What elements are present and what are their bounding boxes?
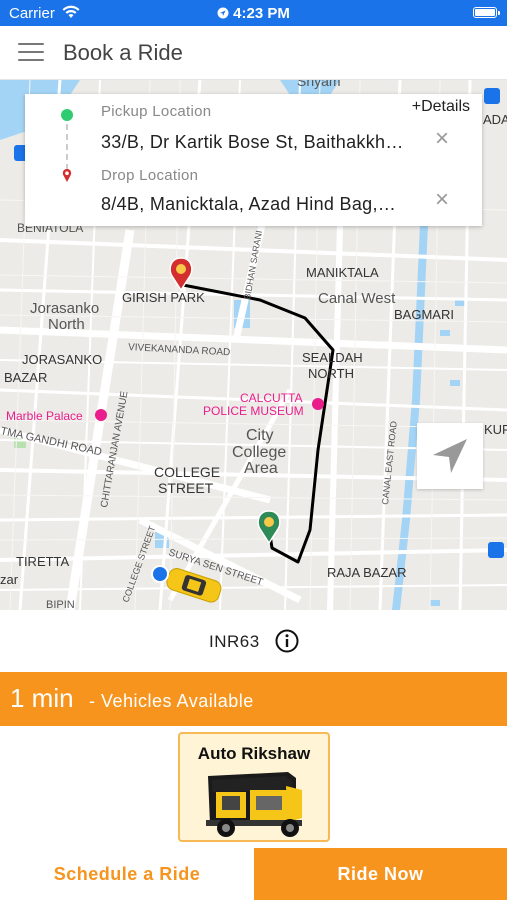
map-label: JORASANKO [22, 352, 102, 367]
map-label: Jorasanko [30, 300, 99, 317]
map-label: BIPIN [46, 599, 75, 610]
drop-label: Drop Location [101, 167, 199, 184]
eta-availability: - Vehicles Available [89, 691, 254, 711]
map-label: COLLEGE [154, 464, 220, 480]
pickup-clear-icon[interactable]: × [431, 127, 453, 151]
status-bar: Carrier 4:23 PM [0, 0, 507, 26]
status-time: 4:23 PM [233, 5, 290, 22]
info-icon[interactable] [275, 629, 299, 653]
map-label: ADAB [483, 112, 507, 127]
map-label: BIDHAN SARANI [242, 230, 264, 301]
map-label: North [48, 316, 85, 333]
pickup-location-field[interactable]: 33/B, Dr Kartik Bose St, Baithakkh… [101, 132, 431, 153]
schedule-ride-button[interactable]: Schedule a Ride [0, 848, 254, 900]
museum-poi-icon [312, 398, 324, 410]
map-label: POLICE MUSEUM [203, 404, 304, 418]
map-label: MANIKTALA [306, 265, 379, 280]
map-label: STREET [158, 480, 214, 496]
ride-now-button[interactable]: Ride Now [254, 848, 507, 900]
route-connector [66, 124, 68, 170]
map-label: GIRISH PARK [122, 290, 205, 305]
bus-stop-icon [484, 88, 500, 104]
eta-banner: 1 min - Vehicles Available [0, 672, 507, 726]
map-label: College [232, 444, 286, 461]
vehicle-selector: Auto Rikshaw [0, 726, 507, 848]
map-label: Marble Palace [6, 409, 83, 423]
map-label: Area [244, 460, 278, 477]
vehicle-name: Auto Rikshaw [197, 744, 311, 763]
map-label: SEALDAH [302, 350, 363, 365]
navigation-arrow-icon [433, 439, 467, 473]
hamburger-menu-icon[interactable] [18, 43, 44, 63]
battery-icon [473, 7, 500, 18]
bus-stop-icon [488, 542, 504, 558]
palace-poi-icon [95, 409, 107, 421]
map-label: CALCUTTA [240, 391, 302, 405]
location-arrow-icon [217, 7, 229, 19]
map-label: zar [0, 572, 19, 587]
fare-row: INR63 [0, 610, 507, 672]
map-label: City [246, 427, 274, 444]
details-link[interactable]: +Details [412, 98, 470, 116]
map-label: BAGMARI [394, 307, 454, 322]
nav-bar: Book a Ride [0, 26, 507, 80]
locate-me-button[interactable] [417, 423, 483, 489]
map-label: KUR [484, 422, 507, 437]
drop-clear-icon[interactable]: × [431, 188, 453, 212]
map-label: TIRETTA [16, 554, 70, 569]
map-label: NORTH [308, 366, 354, 381]
map-label: COLLEGE STREET [120, 524, 157, 604]
eta-time: 1 min [10, 683, 74, 713]
status-time-group: 4:23 PM [0, 5, 507, 22]
map-label: Canal West [318, 290, 396, 307]
pickup-dot-icon [61, 109, 73, 121]
auto-rikshaw-icon [206, 772, 302, 837]
pickup-label: Pickup Location [101, 103, 212, 120]
location-card: +Details Pickup Location 33/B, Dr Kartik… [25, 94, 482, 226]
map-label: CANAL EAST ROAD [380, 420, 399, 505]
pickup-pin-icon [257, 510, 281, 545]
page-title: Book a Ride [63, 40, 183, 65]
map-label: Shyam [297, 80, 341, 89]
drop-location-field[interactable]: 8/4B, Manicktala, Azad Hind Bag,… [101, 194, 431, 215]
map-label: RAJA BAZAR [327, 565, 406, 580]
fare-amount: INR63 [209, 632, 260, 651]
current-location-dot [151, 565, 169, 583]
drop-pin-small-icon [62, 169, 72, 182]
map-label: BAZAR [4, 370, 47, 385]
vehicle-option-auto-rikshaw[interactable]: Auto Rikshaw [178, 732, 330, 842]
